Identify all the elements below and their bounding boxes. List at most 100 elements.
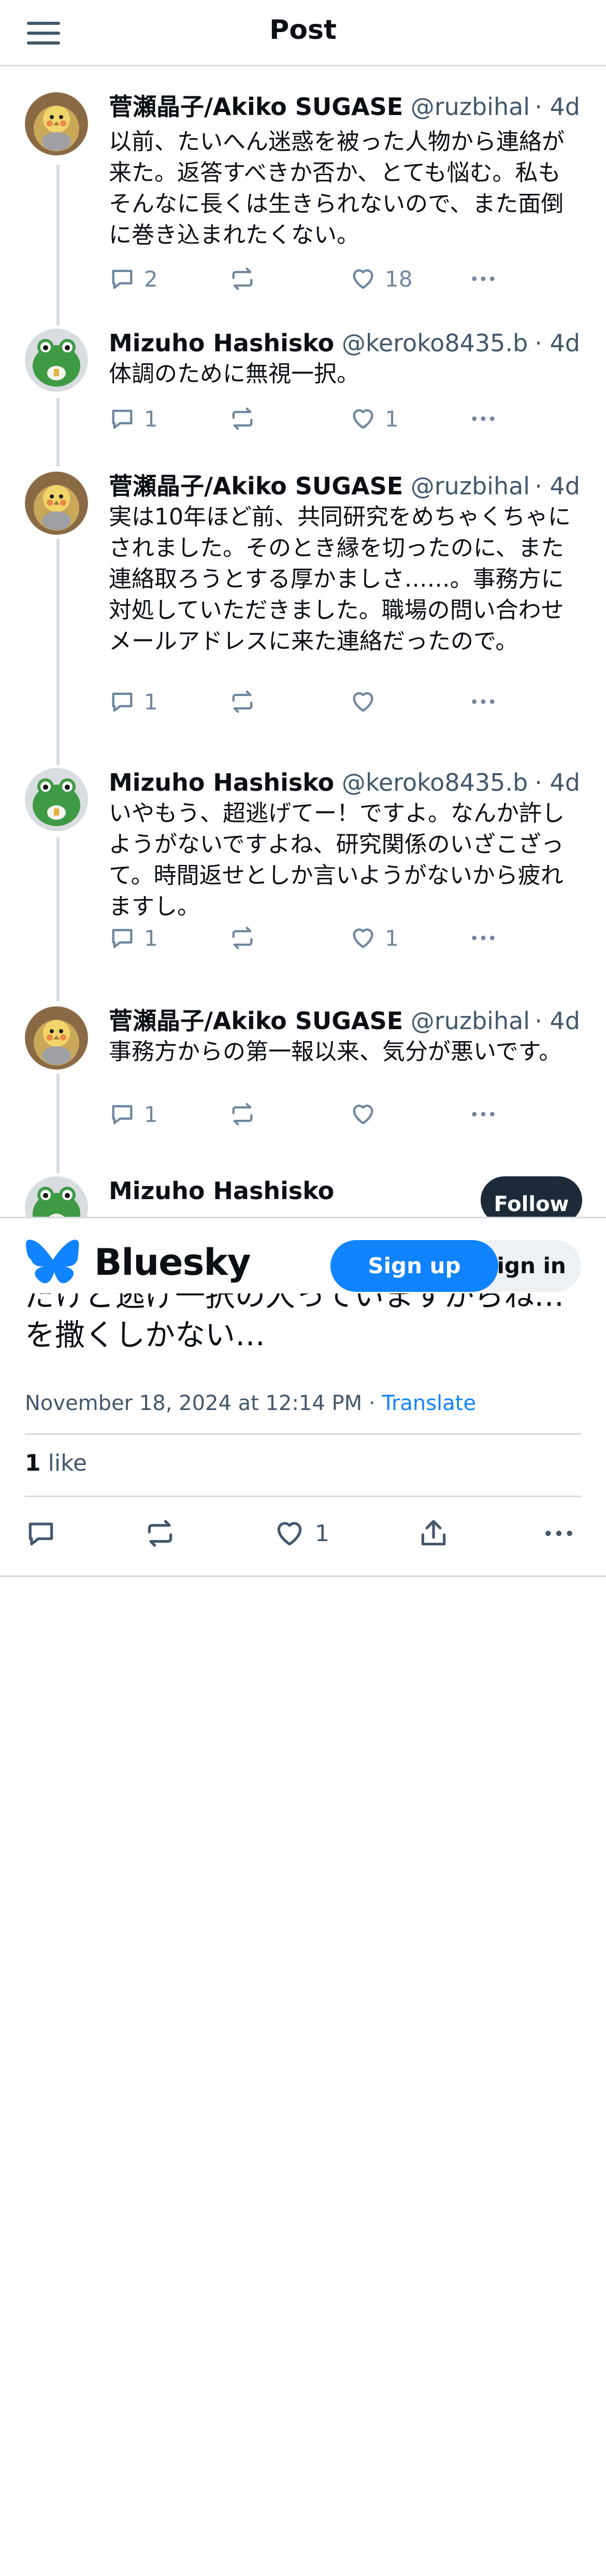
share-button[interactable] — [417, 1515, 450, 1552]
post-timestamp[interactable]: · 4d — [529, 767, 580, 798]
reply-count: 1 — [144, 925, 158, 951]
thread-connector-line — [56, 398, 60, 450]
author-name[interactable]: 菅瀬晶子/Akiko SUGASE — [109, 472, 403, 500]
reply-icon — [112, 929, 133, 948]
avatar[interactable] — [25, 1006, 88, 1070]
repost-button[interactable] — [229, 403, 256, 434]
more-options-button[interactable] — [543, 1515, 575, 1552]
thread: 菅瀬晶子/Akiko SUGASE @ruzbihalibaqli.bsky.s… — [0, 66, 606, 1240]
bird-avatar-icon — [25, 1006, 88, 1070]
author-name[interactable]: 菅瀬晶子/Akiko SUGASE — [109, 93, 403, 121]
more-dots-icon — [472, 276, 495, 281]
post-timestamp[interactable]: · 4d — [529, 1005, 580, 1036]
repost-icon — [232, 1103, 253, 1126]
reply-button[interactable]: 1 — [109, 403, 158, 434]
reply-button[interactable]: 1 — [109, 686, 158, 717]
post-date-row: November 18, 2024 at 12:14 PM · Translat… — [25, 1391, 476, 1415]
like-button[interactable] — [350, 686, 385, 717]
more-dots-icon — [472, 699, 495, 704]
reply-count: 1 — [144, 689, 158, 715]
avatar[interactable] — [25, 472, 88, 535]
thread-post[interactable]: 菅瀬晶子/Akiko SUGASE @ruzbihalibaqli.bsky.s… — [0, 980, 606, 1157]
reply-button[interactable]: 2 — [109, 263, 158, 294]
avatar[interactable] — [25, 329, 88, 392]
repost-button[interactable] — [229, 686, 256, 717]
thread-connector-line — [56, 539, 60, 746]
reply-button[interactable]: 1 — [109, 922, 158, 953]
focused-post-text-clipped-line: だけど逃げ一択の人っていますからね…塩 — [25, 1293, 565, 1313]
post-timestamp[interactable]: · 4d — [529, 471, 580, 502]
repost-button[interactable] — [229, 1099, 256, 1130]
reply-icon — [28, 1522, 53, 1546]
repost-icon — [232, 690, 253, 713]
more-dots-icon — [545, 1530, 572, 1536]
reply-icon — [112, 692, 133, 712]
heart-icon — [353, 928, 373, 948]
likes-summary[interactable]: 1 like — [25, 1448, 87, 1479]
heart-icon — [277, 1522, 302, 1546]
post-text: 以前、たいへん迷惑を被った人物から連絡が来た。返答すべきか否か、とても悩む。私も… — [109, 129, 565, 248]
repost-icon — [232, 407, 253, 430]
thread-connector-line — [56, 980, 60, 1001]
more-options-button[interactable] — [470, 263, 497, 294]
author-name[interactable]: 菅瀬晶子/Akiko SUGASE — [109, 1007, 403, 1035]
post-meta: Mizuho Hashisko @keroko8435.bsky.social — [109, 328, 580, 359]
heart-icon — [353, 1104, 373, 1125]
more-options-button[interactable] — [470, 1099, 497, 1130]
like-button[interactable]: 1 — [273, 1515, 329, 1552]
thread-post[interactable]: Mizuho Hashisko @keroko8435.bsky.social … — [0, 744, 606, 983]
thread-post[interactable]: Mizuho Hashisko @keroko8435.bsky.social … — [0, 305, 606, 450]
heart-icon — [353, 409, 373, 429]
like-count: 1 — [385, 406, 399, 432]
like-button[interactable]: 18 — [350, 263, 412, 294]
avatar[interactable] — [25, 92, 88, 155]
reply-button[interactable]: 1 — [109, 1099, 158, 1130]
thread-connector-line — [56, 165, 60, 310]
author-name[interactable]: Mizuho Hashisko — [109, 1177, 334, 1205]
avatar[interactable] — [25, 768, 88, 831]
repost-icon — [148, 1520, 172, 1547]
post-timestamp[interactable]: · 4d — [529, 91, 580, 122]
reply-count: 2 — [144, 266, 158, 292]
heart-icon — [353, 692, 373, 712]
like-button[interactable]: 1 — [350, 922, 399, 953]
like-count: 1 — [315, 1520, 329, 1547]
focused-post-actions: 1 — [25, 1515, 581, 1552]
divider — [25, 1496, 581, 1497]
post-meta: Mizuho Hashisko @keroko8435.bsky.social — [109, 767, 580, 798]
share-icon — [421, 1520, 446, 1546]
like-button[interactable] — [350, 1099, 385, 1130]
divider — [0, 1575, 606, 1577]
thread-post[interactable]: 菅瀬晶子/Akiko SUGASE @ruzbihalibaqli.bsky.s… — [0, 446, 606, 746]
reply-button[interactable] — [25, 1515, 57, 1552]
likes-total: 1 — [25, 1450, 41, 1476]
repost-icon — [232, 927, 253, 949]
focused-post-text: だけど逃げ一択の人っていますからね…塩 を撒くしかない… — [25, 1293, 584, 1355]
more-options-button[interactable] — [470, 686, 497, 717]
reply-count: 1 — [144, 1101, 158, 1127]
more-options-button[interactable] — [470, 403, 497, 434]
author-name[interactable]: Mizuho Hashisko — [109, 768, 334, 796]
thread-post[interactable]: 菅瀬晶子/Akiko SUGASE @ruzbihalibaqli.bsky.s… — [0, 66, 606, 310]
repost-icon — [232, 267, 253, 290]
post-timestamp[interactable]: · 4d — [529, 328, 580, 359]
sign-up-button[interactable]: Sign up — [330, 1240, 498, 1292]
thread-connector-line — [56, 305, 60, 325]
repost-button[interactable] — [229, 263, 256, 294]
page-title: Post — [269, 15, 337, 46]
bluesky-butterfly-icon — [26, 1240, 79, 1284]
like-count: 1 — [385, 925, 399, 951]
repost-button[interactable] — [229, 922, 256, 953]
repost-button[interactable] — [144, 1515, 176, 1552]
more-options-button[interactable] — [470, 922, 497, 953]
more-dots-icon — [472, 1112, 495, 1117]
top-header: Post — [0, 0, 606, 66]
like-button[interactable]: 1 — [350, 403, 399, 434]
post-meta: 菅瀬晶子/Akiko SUGASE @ruzbihalibaqli.bsky.s… — [109, 471, 580, 502]
bluesky-wordmark: Bluesky — [94, 1241, 251, 1284]
reply-icon — [112, 409, 133, 429]
thread-connector-line — [56, 1074, 60, 1157]
author-name[interactable]: Mizuho Hashisko — [109, 329, 334, 357]
like-count: 18 — [385, 266, 413, 292]
translate-link[interactable]: Translate — [382, 1391, 476, 1415]
